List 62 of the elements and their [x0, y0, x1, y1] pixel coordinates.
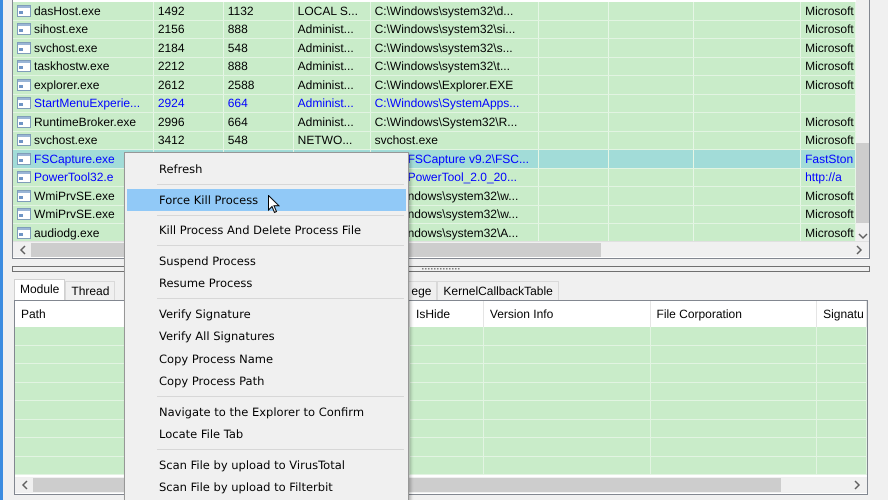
table-cell: Administ...: [298, 22, 354, 36]
process-name: PowerTool32.e: [34, 170, 114, 184]
process-name: dasHost.exe: [34, 4, 101, 18]
process-name: svchost.exe: [34, 133, 98, 148]
process-name: sihost.exe: [34, 22, 88, 36]
table-cell: Administ...: [298, 114, 354, 129]
table-cell: 548: [228, 133, 248, 148]
table-cell: 664: [228, 114, 248, 129]
table-cell: 1132: [228, 4, 254, 18]
table-cell: C:\Windows\System32\R...: [374, 114, 518, 129]
table-cell: svchost.exe: [374, 133, 438, 148]
table-cell: 2184: [158, 40, 185, 55]
process-name: taskhostw.exe: [34, 59, 110, 74]
process-name: WmiPrvSE.exe: [34, 188, 115, 203]
table-cell: C:\Windows\system32\t...: [374, 59, 510, 74]
table-cell: Microsoft: [805, 78, 854, 92]
table-cell: FastSton: [805, 152, 854, 166]
table-cell: Microsoft: [805, 4, 854, 18]
table-cell: Administ...: [298, 59, 354, 74]
table-cell: C:\Windows\system32\si...: [374, 22, 516, 36]
table-cell: NETWO...: [298, 133, 352, 148]
process-name: explorer.exe: [34, 78, 100, 92]
process-name: StartMenuExperie...: [34, 96, 140, 110]
table-cell: Administ...: [298, 78, 354, 92]
table-cell: 2212: [158, 59, 185, 74]
table-cell: Microsoft: [805, 22, 854, 36]
table-cell: Microsoft: [805, 226, 854, 240]
process-name: WmiPrvSE.exe: [34, 207, 115, 222]
table-cell: Administ...: [298, 40, 354, 55]
table-cell: ndows\system32\w...: [408, 188, 518, 203]
table-cell: ndows\system32\A...: [408, 226, 518, 240]
process-name: RuntimeBroker.exe: [34, 114, 136, 129]
table-cell: C:\Windows\system32\s...: [374, 40, 513, 55]
table-cell: C:\Windows\system32\d...: [374, 4, 514, 18]
table-cell: Microsoft: [805, 188, 854, 203]
table-cell: 2612: [158, 78, 185, 92]
table-cell: FSCapture v9.2\FSC...: [408, 152, 529, 166]
table-cell: Microsoft: [805, 114, 854, 129]
table-cell: Microsoft: [805, 40, 854, 55]
table-cell: http://a: [805, 170, 842, 184]
table-cell: 664: [228, 96, 248, 110]
table-cell: 2924: [158, 96, 185, 110]
table-cell: Microsoft: [805, 207, 854, 222]
table-cell: 2996: [158, 114, 185, 129]
process-name: svchost.exe: [34, 40, 98, 55]
table-cell: Microsoft: [805, 59, 854, 74]
table-cell: LOCAL S...: [298, 4, 358, 18]
table-cell: C:\Windows\SystemApps...: [374, 96, 520, 110]
table-cell: C:\Windows\Explorer.EXE: [374, 78, 514, 92]
table-cell: 2588: [228, 78, 254, 92]
table-cell: 2156: [158, 22, 185, 36]
table-cell: 888: [228, 22, 248, 36]
table-cell: PowerTool_2.0_20...: [408, 170, 517, 184]
process-name: audiodg.exe: [34, 226, 100, 240]
table-cell: ndows\system32\w...: [408, 207, 518, 222]
table-cell: 548: [228, 40, 248, 55]
table-cell: Administ...: [298, 96, 354, 110]
table-cell: 3412: [158, 133, 185, 148]
table-cell: Microsoft: [805, 133, 854, 148]
table-cell: 888: [228, 59, 248, 74]
process-name: FSCapture.exe: [34, 152, 115, 166]
table-cell: 1492: [158, 4, 185, 18]
